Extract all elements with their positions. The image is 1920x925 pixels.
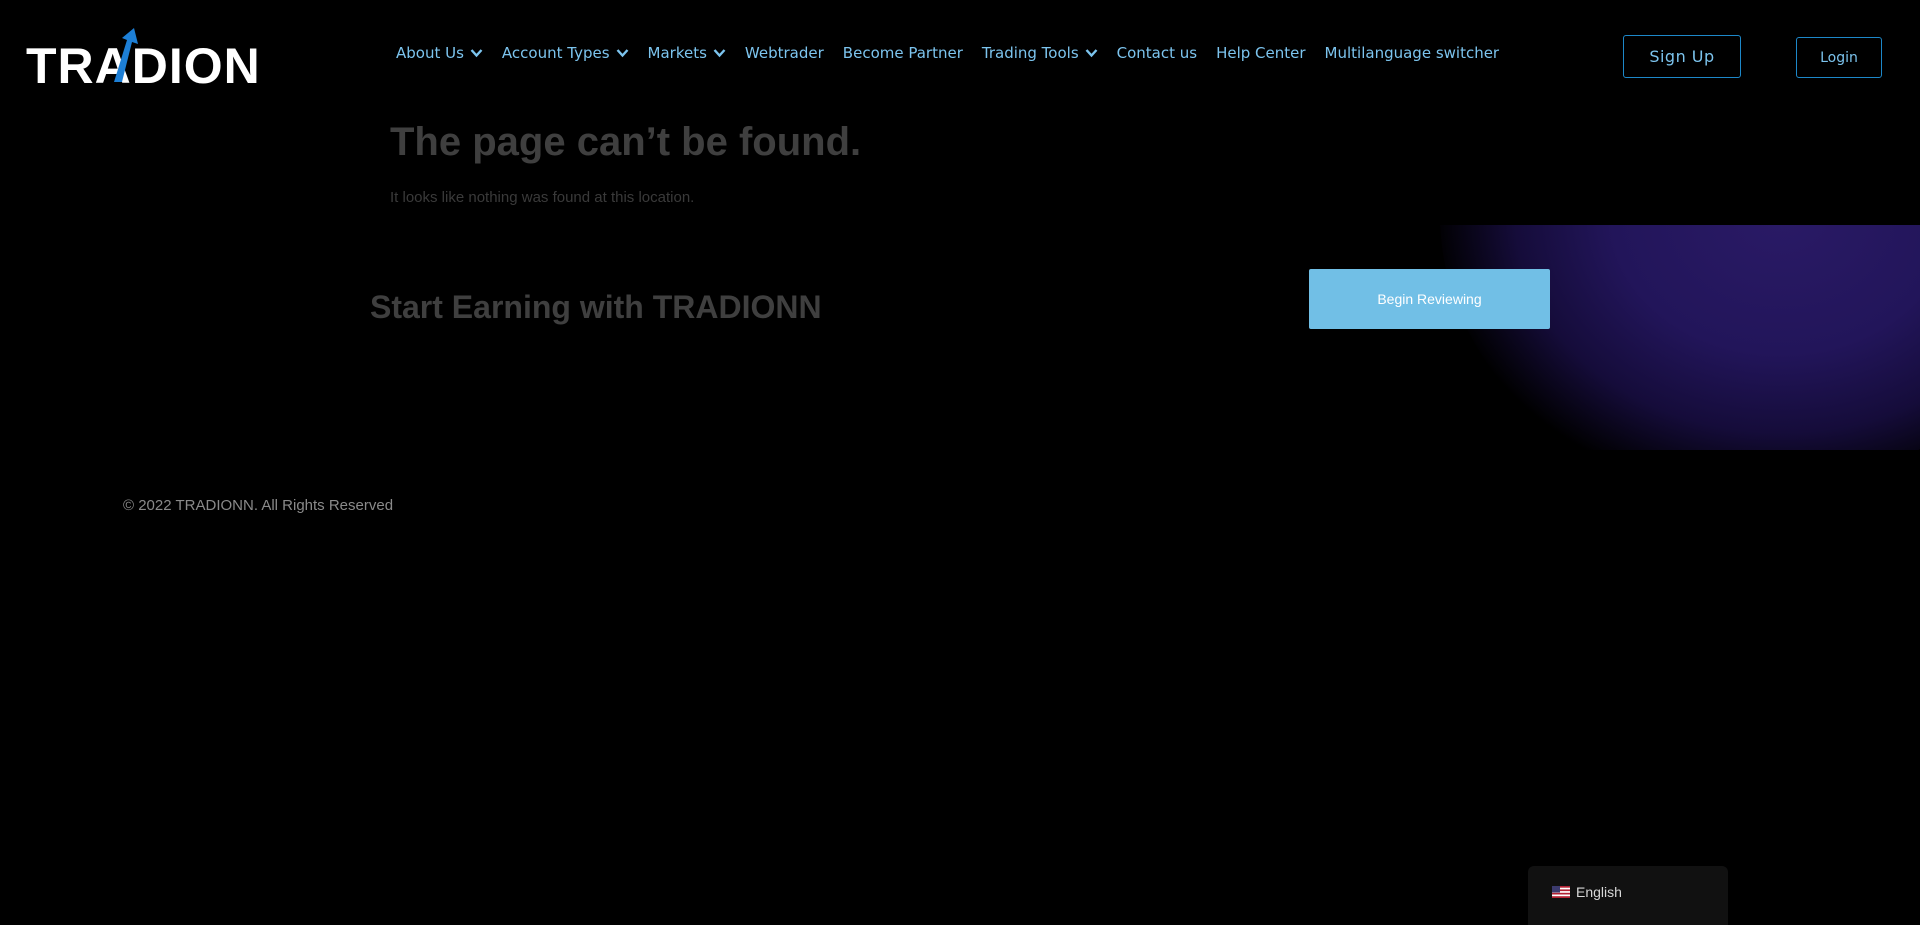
nav-label: Help Center <box>1216 44 1306 62</box>
cta-heading: Start Earning with TRADIONN <box>370 289 822 325</box>
page-title: The page can’t be found. <box>390 120 862 164</box>
nav-trading-tools[interactable]: Trading Tools <box>982 44 1098 62</box>
chevron-down-icon <box>1085 49 1098 58</box>
nav-help-center[interactable]: Help Center <box>1216 44 1305 62</box>
nav-account-types[interactable]: Account Types <box>502 44 629 62</box>
logo-text: TRADION <box>26 38 261 88</box>
chevron-down-icon <box>713 49 726 58</box>
language-label: English <box>1576 884 1622 900</box>
us-flag-icon <box>1552 886 1570 898</box>
nav-become-partner[interactable]: Become Partner <box>843 44 963 62</box>
nav-label: Become Partner <box>842 44 963 62</box>
purple-glow-decoration <box>1440 225 1920 450</box>
main-nav: About Us Account Types Markets Webtrader… <box>396 44 1518 62</box>
nav-label: Account Types <box>501 44 610 62</box>
page-subtitle: It looks like nothing was found at this … <box>390 189 695 206</box>
logo[interactable]: TRADION <box>26 28 276 88</box>
site-header: TRADION About Us Account Types Markets W… <box>0 0 1920 115</box>
nav-label: Trading Tools <box>981 44 1079 62</box>
nav-webtrader[interactable]: Webtrader <box>745 44 824 62</box>
language-switcher[interactable]: English <box>1528 866 1728 925</box>
nav-multilanguage-switcher[interactable]: Multilanguage switcher <box>1325 44 1500 62</box>
chevron-down-icon <box>470 49 483 58</box>
nav-about-us[interactable]: About Us <box>396 44 483 62</box>
begin-reviewing-button[interactable]: Begin Reviewing <box>1309 269 1550 329</box>
chevron-down-icon <box>616 49 628 58</box>
sign-up-button[interactable]: Sign Up <box>1623 35 1741 78</box>
page: TRADION About Us Account Types Markets W… <box>0 0 1920 925</box>
nav-markets[interactable]: Markets <box>648 44 726 62</box>
nav-contact-us[interactable]: Contact us <box>1117 44 1197 62</box>
footer-copyright: © 2022 TRADIONN. All Rights Reserved <box>123 497 394 514</box>
nav-label: Contact us <box>1116 44 1198 62</box>
logo-icon: TRADION <box>26 28 261 88</box>
nav-label: Multilanguage switcher <box>1324 44 1500 62</box>
nav-label: Markets <box>647 44 707 62</box>
nav-label: About Us <box>396 44 464 62</box>
nav-label: Webtrader <box>744 44 824 62</box>
login-button[interactable]: Login <box>1796 37 1882 78</box>
